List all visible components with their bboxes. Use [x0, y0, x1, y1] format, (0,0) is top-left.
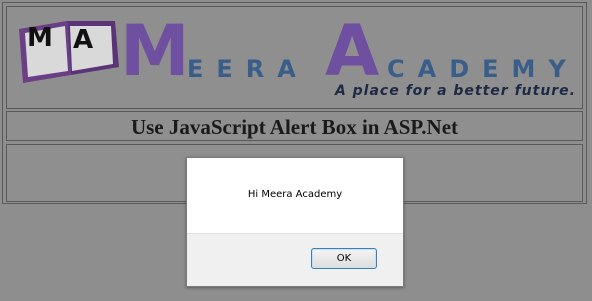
- alert-dialog: Hi Meera Academy OK: [186, 157, 404, 287]
- page-title: Use JavaScript Alert Box in ASP.Net: [130, 115, 459, 139]
- alert-body: Hi Meera Academy: [187, 158, 403, 233]
- ok-button[interactable]: OK: [311, 248, 377, 269]
- alert-footer: OK: [187, 233, 403, 286]
- title-cell: Use JavaScript Alert Box in ASP.Net: [6, 111, 583, 141]
- header-cell: M A M EERA A CADEMY A place for a better…: [6, 6, 583, 109]
- brand-letters-eera: EERA: [187, 55, 309, 83]
- brand-letters-cademy: CADEMY: [387, 55, 579, 83]
- meera-academy-logo: M A M EERA A CADEMY A place for a better…: [7, 7, 584, 110]
- brand-letter-m: M: [120, 10, 190, 92]
- brand-letter-a: A: [325, 10, 380, 92]
- logo-initial-m: M: [27, 23, 53, 53]
- alert-message: Hi Meera Academy: [247, 189, 343, 200]
- tagline: A place for a better future.: [334, 83, 576, 99]
- logo-initial-a: A: [73, 25, 94, 55]
